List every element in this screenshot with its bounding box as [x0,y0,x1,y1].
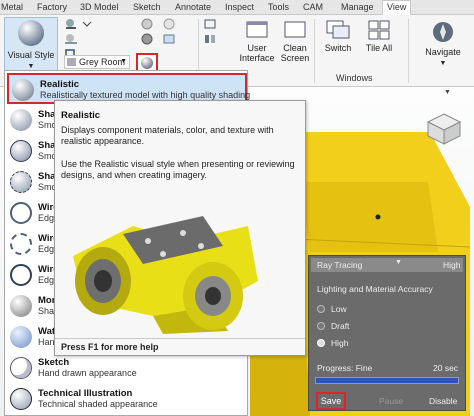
tooltip-title: Realistic [61,110,101,121]
pause-button[interactable]: Pause [379,396,403,406]
lighting-style-value: Grey Room [79,57,126,67]
navigate-dropdown-arrow-icon: ▼ [439,60,447,67]
switch-button[interactable]: Switch [318,19,358,53]
user-interface-button[interactable]: User Interface [234,19,280,63]
tab-annotate[interactable]: Annotate [175,1,211,14]
radio-draft[interactable] [317,322,325,330]
style-item-desc: Hand drawn appearance [38,368,137,378]
progress-bar [315,377,459,384]
style-item-desc: Realistically textured model with high q… [40,90,251,100]
radio-low[interactable] [317,305,325,313]
navigate-label: Navigate [425,47,461,57]
dropdown-arrow-icon[interactable] [80,18,94,30]
lighting-sphere-icon[interactable] [162,18,176,30]
tile-all-icon [368,20,390,40]
shaded-edges-sphere-icon [10,140,32,162]
wireframe-visible-sphere-icon [10,264,32,286]
ribbon-tab-bar: Metal Factory 3D Model Sketch Annotate I… [0,0,474,15]
switch-label: Switch [324,43,352,53]
style-item-technical-illustration[interactable]: Technical Illustration Technical shaded … [7,384,247,415]
wireframe-sphere-icon [10,202,32,224]
tab-inspect[interactable]: Inspect [225,1,254,14]
progress-time: 20 sec [433,363,459,373]
ray-tracing-title: Ray Tracing [317,260,363,270]
wireframe-hidden-sphere-icon [10,233,32,255]
tab-manage[interactable]: Manage [341,1,374,14]
full-screen-icon[interactable] [203,18,217,30]
chevron-down-icon: ▼ [120,58,127,65]
tile-all-label: Tile All [365,43,393,53]
clean-screen-label: Clean Screen [280,43,310,63]
tab-view[interactable]: View [382,0,412,15]
save-button[interactable]: Save [316,392,346,410]
tooltip-preview-image [63,186,263,334]
sketch-sphere-icon [10,357,32,379]
option-draft-label: Draft [331,321,350,331]
ground-shadow-icon[interactable] [140,18,154,30]
watercolor-sphere-icon [10,326,32,348]
realistic-tooltip: Realistic Displays component materials, … [54,100,306,356]
monochrome-sphere-icon [10,295,32,317]
ray-tracing-panel: Ray Tracing ▼ High Lighting and Material… [308,255,466,411]
option-high-label: High [331,338,349,348]
clean-screen-icon [284,21,306,38]
ray-tracing-quality-value: High [443,260,461,270]
technical-sphere-icon [10,388,32,410]
tab-3d-model[interactable]: 3D Model [80,1,119,14]
switch-window-icon [326,20,350,39]
style-item-title: Sketch [38,357,70,368]
user-interface-label: User Interface [239,43,275,63]
style-item-sketch[interactable]: Sketch Hand drawn appearance [7,353,247,384]
lighting-style-icon [67,58,76,66]
user-interface-icon [246,21,268,38]
style-item-desc: Technical shaded appearance [38,399,158,409]
shadows-icon[interactable] [64,18,78,30]
visual-style-label: Visual Style [7,50,55,60]
option-low-label: Low [331,304,347,314]
windows-panel-label: Windows [336,73,373,83]
viewcube-icon[interactable] [426,112,462,146]
tile-all-button[interactable]: Tile All [360,19,398,53]
disable-button[interactable]: Disable [429,396,457,406]
ray-tracing-quality-select[interactable]: Ray Tracing ▼ High [311,258,463,272]
tooltip-description: Displays component materials, color, and… [61,125,274,146]
arrange-icon[interactable] [203,33,217,45]
tab-cam[interactable]: CAM [303,1,323,14]
tab-sketch[interactable]: Sketch [133,1,161,14]
navigate-button[interactable]: Navigate ▼ [418,19,468,69]
radio-high[interactable] [317,339,325,347]
progress-label: Progress: Fine [317,363,373,373]
viewcube-menu-arrow-icon[interactable]: ▼ [444,89,451,96]
navigate-icon [433,22,453,42]
texture-icon[interactable] [162,33,176,45]
reflections-icon[interactable] [64,33,78,45]
shaded-sphere-icon [10,109,32,131]
tab-tools[interactable]: Tools [268,1,289,14]
tooltip-usage: Use the Realistic visual style when pres… [61,159,295,180]
progress-bar-fill [316,378,458,383]
style-item-title: Technical Illustration [38,388,133,399]
accuracy-section-label: Lighting and Material Accuracy [317,284,433,294]
shaded-hidden-sphere-icon [10,171,32,193]
style-item-title: Realistic [40,79,80,90]
clean-screen-button[interactable]: Clean Screen [280,19,310,63]
chevron-down-icon: ▼ [395,259,402,266]
realistic-sphere-icon [12,79,34,101]
tab-factory[interactable]: Factory [37,1,67,14]
tooltip-help-footer: Press F1 for more help [55,338,305,356]
ambient-shadow-icon[interactable] [140,33,154,45]
lighting-style-select[interactable]: Grey Room ▼ [64,55,130,69]
ray-tracing-icon [141,57,153,69]
visual-style-sphere-icon [18,20,44,46]
tab-metal[interactable]: Metal [1,1,23,14]
